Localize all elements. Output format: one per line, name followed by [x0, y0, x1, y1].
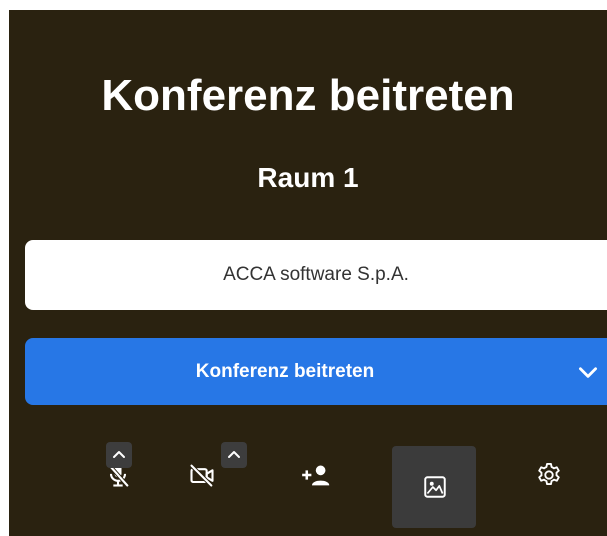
toolbar-invite-button[interactable]	[288, 448, 342, 502]
camera-off-icon	[190, 464, 214, 487]
chevron-up-icon	[228, 451, 240, 458]
camera-options-button[interactable]	[221, 442, 247, 468]
display-name-input[interactable]	[25, 240, 607, 310]
page-title: Konferenz beitreten	[101, 71, 515, 120]
gear-icon	[538, 462, 560, 486]
image-icon	[424, 476, 446, 498]
room-name: Raum 1	[257, 162, 359, 193]
prejoin-panel: Konferenz beitreten Raum 1 Konferenz bei…	[9, 10, 607, 536]
add-person-icon	[302, 465, 330, 486]
chevron-down-icon[interactable]	[575, 359, 601, 385]
join-conference-button[interactable]: Konferenz beitreten	[25, 338, 607, 405]
microphone-options-button[interactable]	[106, 442, 132, 468]
join-button-label: Konferenz beitreten	[195, 361, 375, 382]
toolbar-settings-button[interactable]	[522, 448, 576, 502]
toolbar-background-button[interactable]	[392, 446, 476, 528]
chevron-up-icon	[113, 451, 125, 458]
